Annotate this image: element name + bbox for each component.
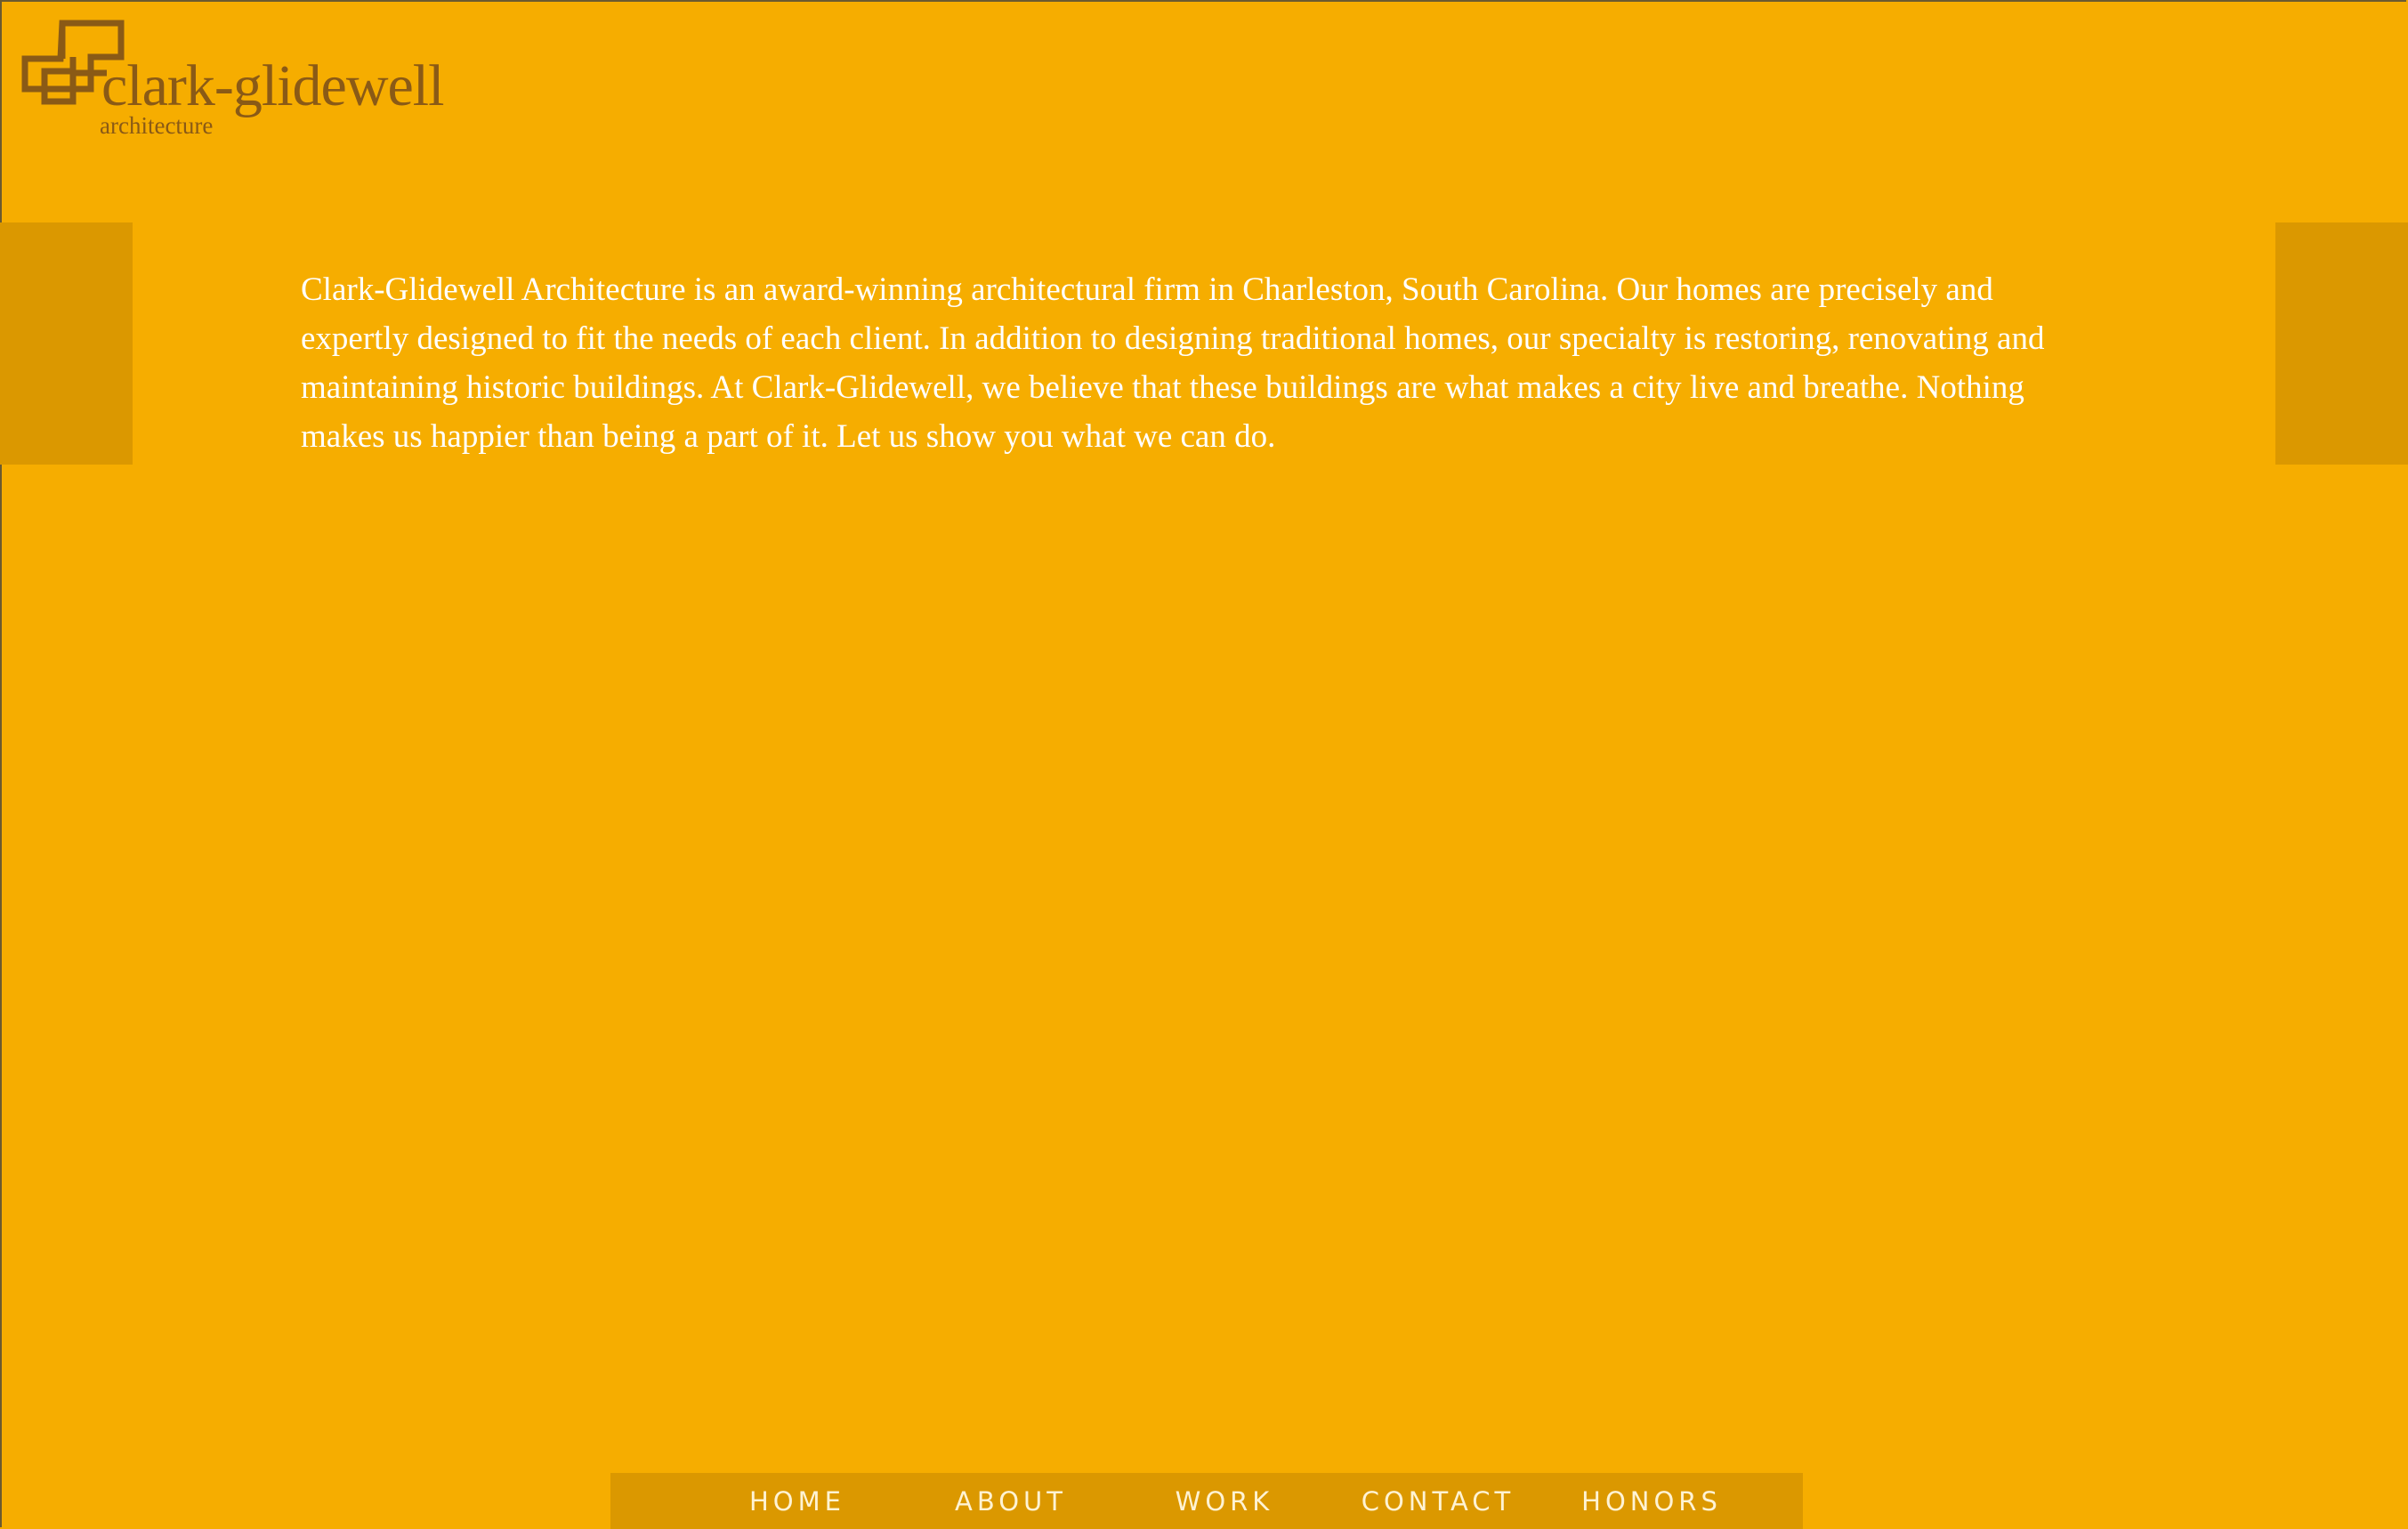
nav-home[interactable]: HOME bbox=[691, 1486, 904, 1517]
brand-subtitle: architecture bbox=[100, 112, 214, 139]
nav-honors[interactable]: HONORS bbox=[1545, 1486, 1758, 1517]
nav-about[interactable]: ABOUT bbox=[904, 1486, 1118, 1517]
intro-paragraph: Clark-Glidewell Architecture is an award… bbox=[301, 271, 2045, 455]
site-logo[interactable]: clark-glidewell architecture bbox=[21, 20, 448, 144]
main-nav: HOME ABOUT WORK CONTACT HONORS bbox=[610, 1473, 1803, 1529]
page-frame bbox=[0, 0, 2406, 1527]
nav-work[interactable]: WORK bbox=[1118, 1486, 1331, 1517]
right-side-tab[interactable] bbox=[2275, 222, 2408, 465]
left-side-tab[interactable] bbox=[0, 222, 133, 465]
brand-name: clark-glidewell bbox=[101, 53, 444, 118]
nav-contact[interactable]: CONTACT bbox=[1331, 1486, 1545, 1517]
